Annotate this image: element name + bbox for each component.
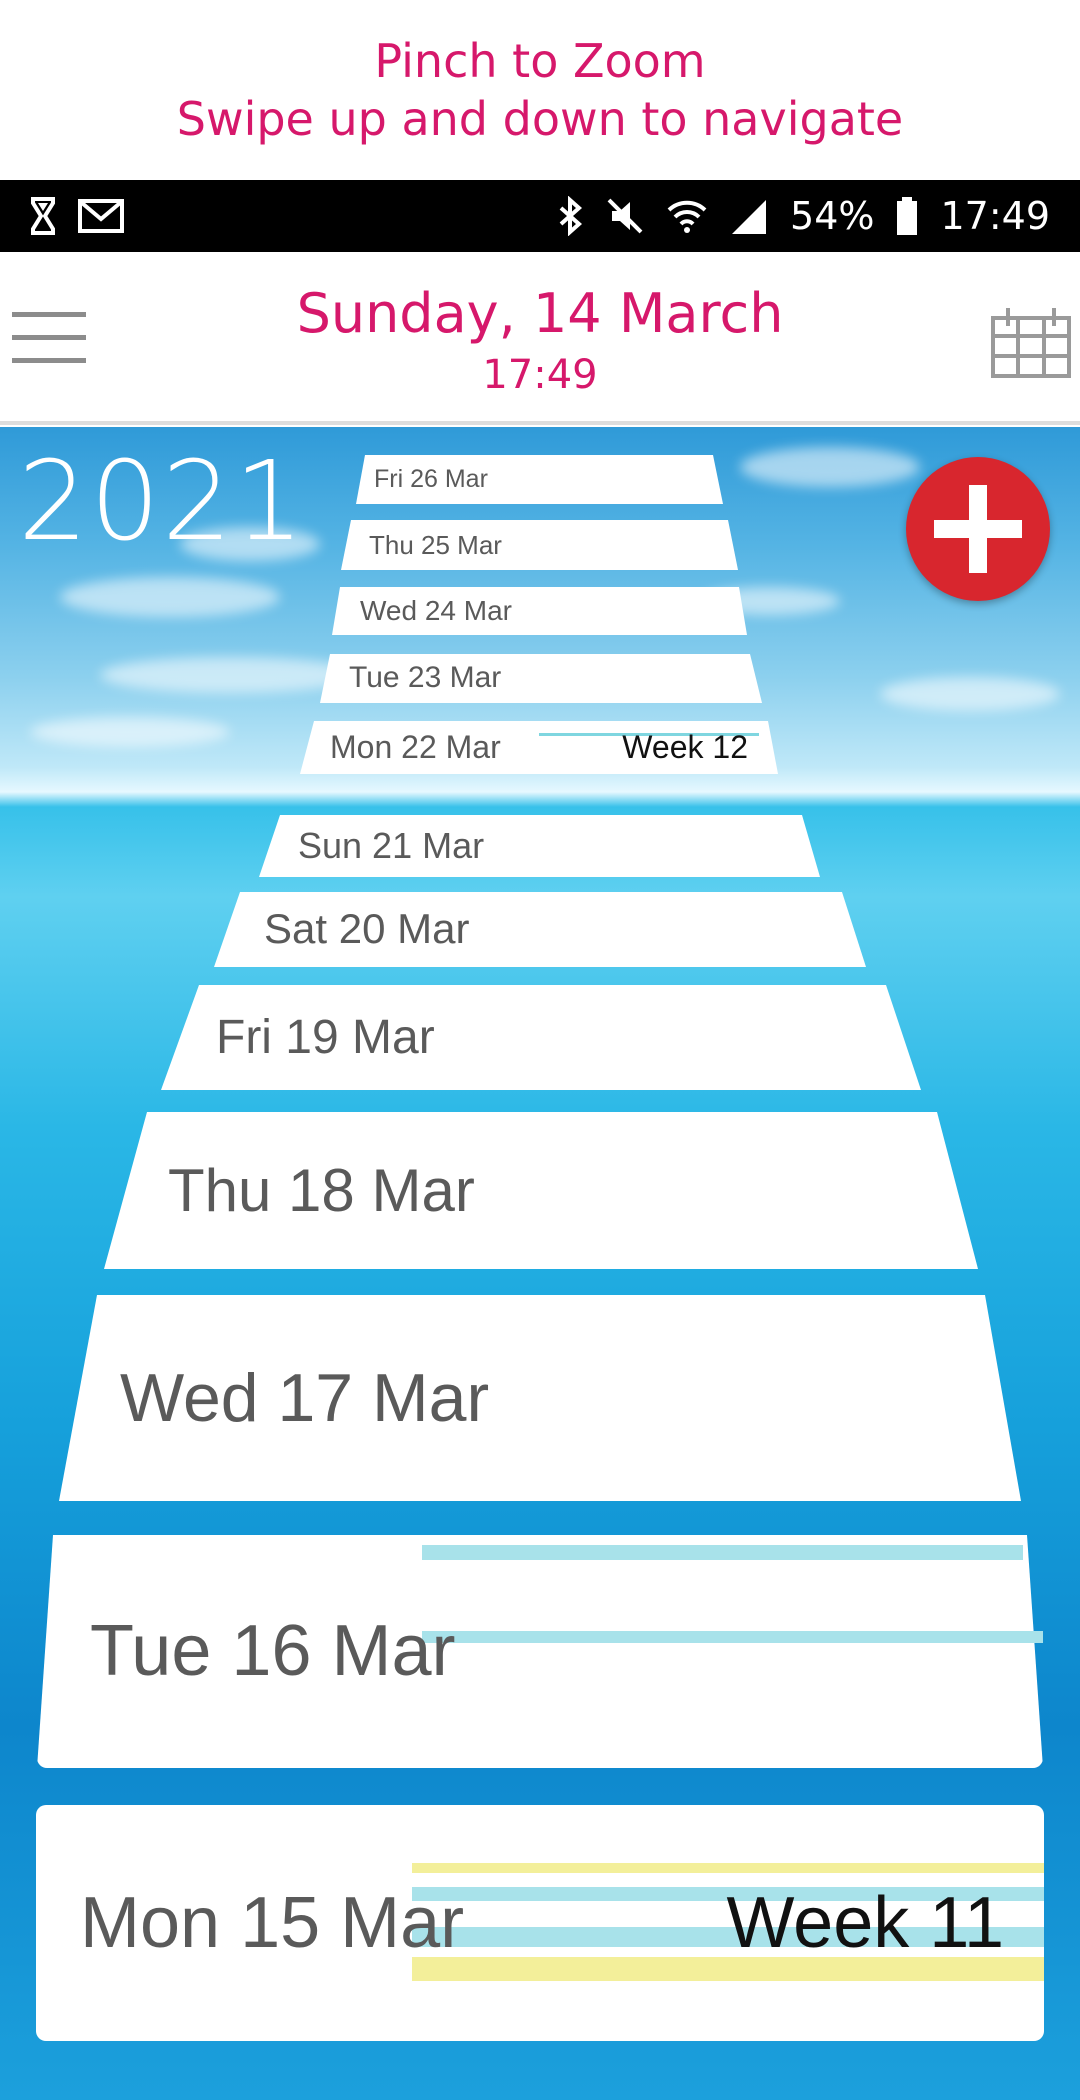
event-stripe: [422, 1545, 1023, 1560]
day-card[interactable]: Mon 22 Mar Week 12: [300, 721, 778, 774]
zoom-hint-banner: Pinch to Zoom Swipe up and down to navig…: [0, 0, 1080, 180]
event-stripe: [422, 1631, 1043, 1643]
app-header: Sunday, 14 March 17:49: [0, 252, 1080, 425]
bluetooth-icon: [559, 196, 583, 236]
hint-line-2: Swipe up and down to navigate: [176, 92, 904, 146]
day-card[interactable]: Tue 16 Mar: [37, 1535, 1043, 1768]
week-label: Week 12: [622, 729, 748, 766]
status-bar: 54% 17:49: [0, 180, 1080, 252]
day-card[interactable]: Fri 19 Mar: [161, 985, 921, 1090]
day-label: Fri 19 Mar: [216, 1010, 435, 1064]
year-label: 2021: [18, 437, 306, 565]
signal-icon: [732, 200, 767, 234]
day-card[interactable]: Fri 26 Mar: [356, 455, 723, 504]
mute-icon: [607, 198, 643, 234]
day-label: Fri 26 Mar: [374, 465, 488, 494]
calendar-perspective-view[interactable]: Fri 26 Mar Thu 25 Mar Wed 24 Mar Tue 23 Mar…: [0, 427, 1080, 2100]
gmail-icon: [78, 199, 124, 233]
day-label: Sat 20 Mar: [264, 905, 470, 953]
day-label: Thu 18 Mar: [168, 1157, 475, 1224]
battery-icon: [897, 197, 918, 235]
day-label: Mon 22 Mar: [330, 729, 501, 766]
battery-percent: 54%: [790, 194, 875, 238]
current-date-title: Sunday, 14 March: [296, 282, 784, 345]
day-card[interactable]: Thu 18 Mar: [104, 1112, 978, 1269]
day-card[interactable]: Wed 17 Mar: [59, 1295, 1021, 1501]
week-label: Week 11: [726, 1882, 1005, 1963]
day-label: Mon 15 Mar: [80, 1882, 465, 1963]
day-card[interactable]: Mon 15 Mar Week 11: [36, 1805, 1044, 2041]
day-label: Tue 23 Mar: [349, 661, 502, 695]
day-card[interactable]: Sun 21 Mar: [259, 815, 820, 877]
hint-line-1: Pinch to Zoom: [374, 34, 706, 88]
wifi-icon: [667, 200, 707, 233]
status-time: 17:49: [940, 194, 1050, 238]
day-label: Wed 17 Mar: [120, 1359, 490, 1436]
day-label: Tue 16 Mar: [90, 1611, 456, 1692]
day-label: Sun 21 Mar: [298, 825, 485, 867]
day-card[interactable]: Tue 23 Mar: [320, 654, 762, 703]
current-time: 17:49: [482, 352, 598, 398]
calendar-icon[interactable]: [990, 304, 1072, 380]
event-stripe: [411, 1863, 1044, 1873]
day-card[interactable]: Sat 20 Mar: [214, 892, 866, 967]
add-event-button[interactable]: [906, 457, 1050, 601]
day-card[interactable]: Thu 25 Mar: [341, 520, 738, 570]
day-label: Wed 24 Mar: [360, 594, 512, 626]
day-card[interactable]: Wed 24 Mar: [332, 587, 747, 635]
day-label: Thu 25 Mar: [369, 530, 502, 561]
hourglass-icon: [31, 197, 55, 235]
